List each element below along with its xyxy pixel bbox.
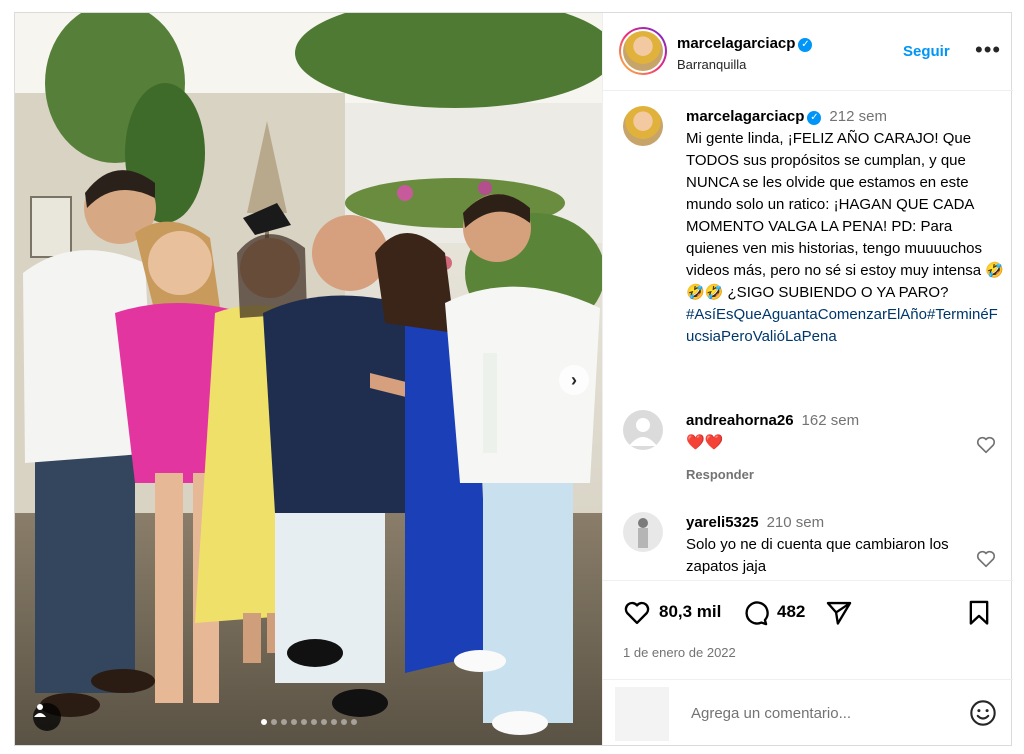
post-caption: marcelagarciacp ✓ 212 sem Mi gente linda, … bbox=[686, 106, 1004, 348]
action-bar: 80,3 mil 482 1 de enero de 2022 bbox=[603, 580, 1013, 680]
author-username[interactable]: marcelagarciacp ✓ bbox=[677, 35, 813, 52]
comment-time[interactable]: 210 sem bbox=[767, 514, 825, 531]
comments-list[interactable]: marcelagarciacp ✓ 212 sem Mi gente linda, … bbox=[603, 92, 1013, 580]
reply-button[interactable]: Responder bbox=[686, 464, 976, 486]
caption-time[interactable]: 212 sem bbox=[829, 108, 887, 125]
avatar-image bbox=[623, 31, 663, 71]
carousel-dot bbox=[320, 719, 327, 725]
verified-badge-icon: ✓ bbox=[807, 111, 822, 125]
post-location[interactable]: Barranquilla bbox=[677, 57, 746, 72]
carousel-dot bbox=[340, 719, 347, 725]
comments-count[interactable]: 482 bbox=[777, 602, 805, 622]
comment-input[interactable] bbox=[691, 701, 951, 725]
comment-avatar[interactable] bbox=[623, 512, 663, 552]
post-dialog: › marcelagarciacp ✓ Barranquilla Seguir •… bbox=[14, 12, 1013, 746]
comment-avatar[interactable] bbox=[623, 410, 663, 450]
save-bookmark-icon[interactable] bbox=[965, 599, 993, 627]
post-date[interactable]: 1 de enero de 2022 bbox=[623, 645, 736, 660]
carousel-dot bbox=[310, 719, 317, 725]
carousel-dot bbox=[290, 719, 297, 725]
like-comment-heart-icon[interactable] bbox=[975, 548, 997, 570]
comment-username[interactable]: yareli5325 bbox=[686, 514, 759, 531]
caption-hashtags[interactable]: #AsíEsQueAguantaComenzarElAño#TerminéFuc… bbox=[686, 306, 998, 345]
like-heart-icon[interactable] bbox=[623, 599, 651, 627]
comment-bubble-icon[interactable] bbox=[741, 599, 769, 627]
comment-text: Solo yo ne di cuenta que cambiaron los z… bbox=[686, 536, 949, 575]
carousel-dots bbox=[15, 719, 602, 725]
avatar-image bbox=[638, 518, 648, 548]
comment-time[interactable]: 162 sem bbox=[802, 412, 860, 429]
carousel-dot bbox=[280, 719, 287, 725]
carousel-dot bbox=[330, 719, 337, 725]
more-options-icon[interactable]: ••• bbox=[975, 37, 1001, 63]
caption-avatar[interactable] bbox=[623, 106, 663, 146]
post-details: marcelagarciacp ✓ Barranquilla Seguir •••… bbox=[602, 13, 1013, 745]
like-comment-heart-icon[interactable] bbox=[975, 434, 997, 456]
post-header: marcelagarciacp ✓ Barranquilla Seguir ••• bbox=[603, 13, 1013, 91]
caption-text: Mi gente linda, ¡FELIZ AÑO CARAJO! Que T… bbox=[686, 130, 1004, 301]
post-photo[interactable]: › bbox=[15, 13, 602, 745]
carousel-dot bbox=[270, 719, 277, 725]
author-avatar[interactable] bbox=[619, 27, 667, 75]
share-send-icon[interactable] bbox=[825, 599, 853, 627]
carousel-next-button[interactable]: › bbox=[559, 365, 589, 395]
follow-button[interactable]: Seguir bbox=[903, 43, 950, 60]
carousel-dot bbox=[260, 719, 267, 725]
user-tag-button[interactable] bbox=[33, 703, 61, 731]
comment-text: ❤️❤️ bbox=[686, 434, 724, 451]
comment-composer bbox=[603, 681, 1013, 745]
default-avatar-icon bbox=[629, 418, 657, 446]
comment-username[interactable]: andreahorna26 bbox=[686, 412, 794, 429]
photo-illustration bbox=[15, 13, 602, 745]
emoji-picker-icon[interactable] bbox=[969, 699, 997, 727]
verified-badge-icon: ✓ bbox=[798, 38, 813, 52]
caption-username[interactable]: marcelagarciacp bbox=[686, 108, 804, 125]
person-icon bbox=[34, 704, 46, 717]
viewer-avatar bbox=[615, 687, 669, 741]
likes-count[interactable]: 80,3 mil bbox=[659, 602, 721, 622]
carousel-dot bbox=[300, 719, 307, 725]
carousel-dot bbox=[350, 719, 357, 725]
